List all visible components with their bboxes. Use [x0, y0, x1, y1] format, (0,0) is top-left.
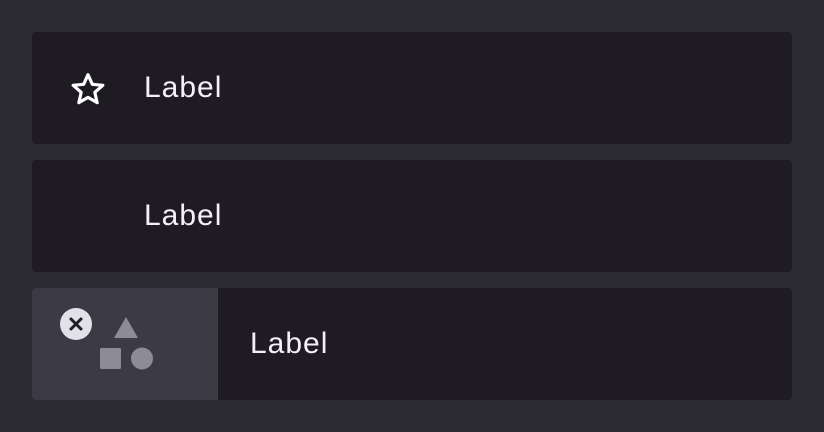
list-item-with-media[interactable]: Label	[32, 288, 792, 400]
list-item-label: Label	[144, 71, 223, 104]
list-item-text-only[interactable]: Label	[32, 160, 792, 272]
shapes-placeholder-icon	[100, 317, 153, 370]
list-item-label: Label	[144, 199, 223, 232]
close-icon	[60, 308, 92, 340]
remove-thumbnail-button[interactable]	[60, 308, 92, 340]
media-thumbnail	[32, 288, 218, 400]
star-icon	[68, 70, 108, 110]
list-item-with-icon[interactable]: Label	[32, 32, 792, 144]
list-item-label: Label	[250, 327, 329, 360]
